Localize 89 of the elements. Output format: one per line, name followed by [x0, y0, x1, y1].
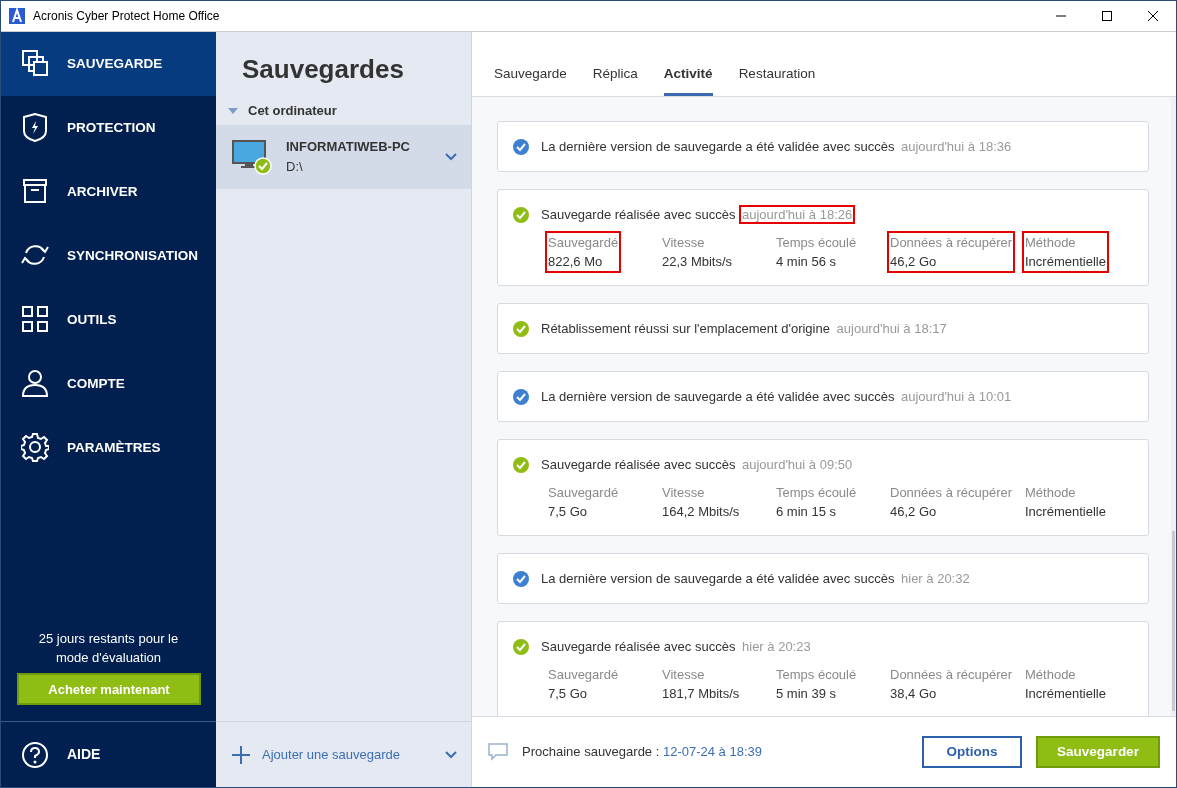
event-message: Sauvegarde réalisée avec succès	[541, 639, 736, 654]
sidebar-item[interactable]: OUTILS	[1, 288, 216, 352]
panel-title: Sauvegardes	[241, 53, 405, 86]
check-circle-icon	[513, 320, 529, 337]
stat-value: Incrémentielle	[1025, 252, 1106, 271]
event-message: La dernière version de sauvegarde a été validée avec succès	[541, 139, 895, 154]
stat-value: 181,7 Mbits/s	[662, 684, 740, 703]
window-title: Acronis Cyber Protect Home Office	[33, 8, 220, 25]
next-backup-time: 12-07-24 à 18:39	[662, 744, 762, 760]
person-icon	[21, 369, 49, 399]
sidebar-item[interactable]: SAUVEGARDE	[1, 32, 216, 96]
event-message: Sauvegarde réalisée avec succès	[541, 457, 736, 472]
stat-value: 5 min 39 s	[776, 684, 837, 703]
sidebar-item[interactable]: ARCHIVER	[1, 160, 216, 224]
stat-value: 164,2 Mbits/s	[662, 502, 740, 521]
event-message: Sauvegarde réalisée avec succès	[541, 207, 736, 222]
event-time: aujourd'hui à 18:17	[835, 320, 948, 338]
stat-value: 46,2 Go	[890, 502, 938, 521]
stat-value: 4 min 56 s	[776, 252, 837, 271]
check-circle-icon	[513, 638, 529, 655]
options-button[interactable]: Options	[922, 736, 1022, 768]
event-message: La dernière version de sauvegarde a été validée avec succès	[541, 571, 895, 586]
stat-label: Temps écoulé	[776, 483, 857, 502]
add-backup-label: Ajouter une sauvegarde	[262, 745, 402, 764]
stat-value: 6 min 15 s	[776, 502, 837, 521]
stat-value: 38,4 Go	[890, 684, 938, 703]
group-label: Cet ordinateur	[248, 102, 337, 120]
stat-value: Incrémentielle	[1025, 684, 1106, 703]
backup-item[interactable]: INFORMATIWEB-PC D:\	[216, 124, 471, 189]
copies-icon	[21, 49, 49, 79]
event-time: aujourd'hui à 09:50	[741, 456, 854, 474]
stat-label: Temps écoulé	[776, 665, 857, 684]
collapse-triangle-icon	[228, 107, 238, 114]
check-circle-icon	[513, 570, 529, 587]
tab[interactable]: Réplica	[592, 32, 638, 96]
tab[interactable]: Sauvegarde	[494, 32, 567, 96]
next-backup-label: Prochaine sauvegarde :	[522, 744, 660, 760]
event-time: aujourd'hui à 18:26	[739, 205, 856, 224]
event-time: hier à 20:23	[741, 638, 812, 656]
stat-label: Données à récupérer	[890, 483, 1013, 502]
event-time: aujourd'hui à 18:36	[900, 138, 1013, 156]
app-logo-icon	[9, 8, 25, 24]
maximize-icon	[1101, 10, 1113, 22]
stat-label: Données à récupérer	[890, 665, 1013, 684]
sidebar-item[interactable]: SYNCHRONISATION	[1, 224, 216, 288]
close-icon	[1147, 10, 1159, 22]
stat-value: 22,3 Mbits/s	[662, 252, 733, 271]
stat-label: Méthode	[1025, 233, 1077, 252]
computer-check-icon	[232, 138, 272, 175]
settings-icon	[21, 433, 49, 463]
sidebar-item[interactable]: PARAMÈTRES	[1, 416, 216, 480]
stat-label: Vitesse	[662, 665, 706, 684]
stat-label: Méthode	[1025, 665, 1077, 684]
chevron-down-icon	[445, 152, 457, 161]
event-time: aujourd'hui à 10:01	[900, 388, 1013, 406]
stat-label: Méthode	[1025, 483, 1077, 502]
backup-name: INFORMATIWEB-PC	[286, 138, 411, 156]
event-message: La dernière version de sauvegarde a été validée avec succès	[541, 389, 895, 404]
check-circle-icon	[513, 206, 529, 223]
stat-label: Sauvegardé	[548, 665, 619, 684]
chat-bubble-icon	[488, 743, 508, 761]
stat-label: Temps écoulé	[776, 233, 857, 252]
grid-icon	[21, 305, 49, 335]
chevron-down-icon	[445, 750, 457, 759]
check-circle-icon	[513, 388, 529, 405]
event-message: Rétablissement réussi sur l'emplacement d'origine	[541, 321, 830, 336]
stat-label: Vitesse	[662, 483, 706, 502]
trial-notice: 25 jours restants pour le mode d'évaluation	[37, 630, 180, 667]
stat-label: Vitesse	[662, 233, 706, 252]
stat-label: Données à récupérer	[890, 233, 1013, 252]
scrollbar[interactable]	[1171, 97, 1176, 716]
stat-value: 7,5 Go	[548, 684, 589, 703]
check-circle-icon	[513, 138, 529, 155]
stat-value: 7,5 Go	[548, 502, 589, 521]
help-icon	[21, 740, 49, 769]
stat-value: 822,6 Mo	[548, 252, 604, 271]
add-backup-item[interactable]: Ajouter une sauvegarde	[216, 721, 471, 787]
stat-label: Sauvegardé	[548, 483, 619, 502]
event-time: hier à 20:32	[900, 570, 971, 588]
backup-target: D:\	[286, 157, 304, 176]
stat-value: Incrémentielle	[1025, 502, 1106, 521]
plus-icon	[232, 745, 250, 764]
shield-icon	[21, 113, 49, 143]
tab[interactable]: Restauration	[738, 32, 816, 96]
stat-label: Sauvegardé	[548, 233, 619, 252]
check-circle-icon	[513, 456, 529, 473]
stat-value: 46,2 Go	[890, 252, 938, 271]
sidebar-item[interactable]: COMPTE	[1, 352, 216, 416]
sidebar-item[interactable]: PROTECTION	[1, 96, 216, 160]
